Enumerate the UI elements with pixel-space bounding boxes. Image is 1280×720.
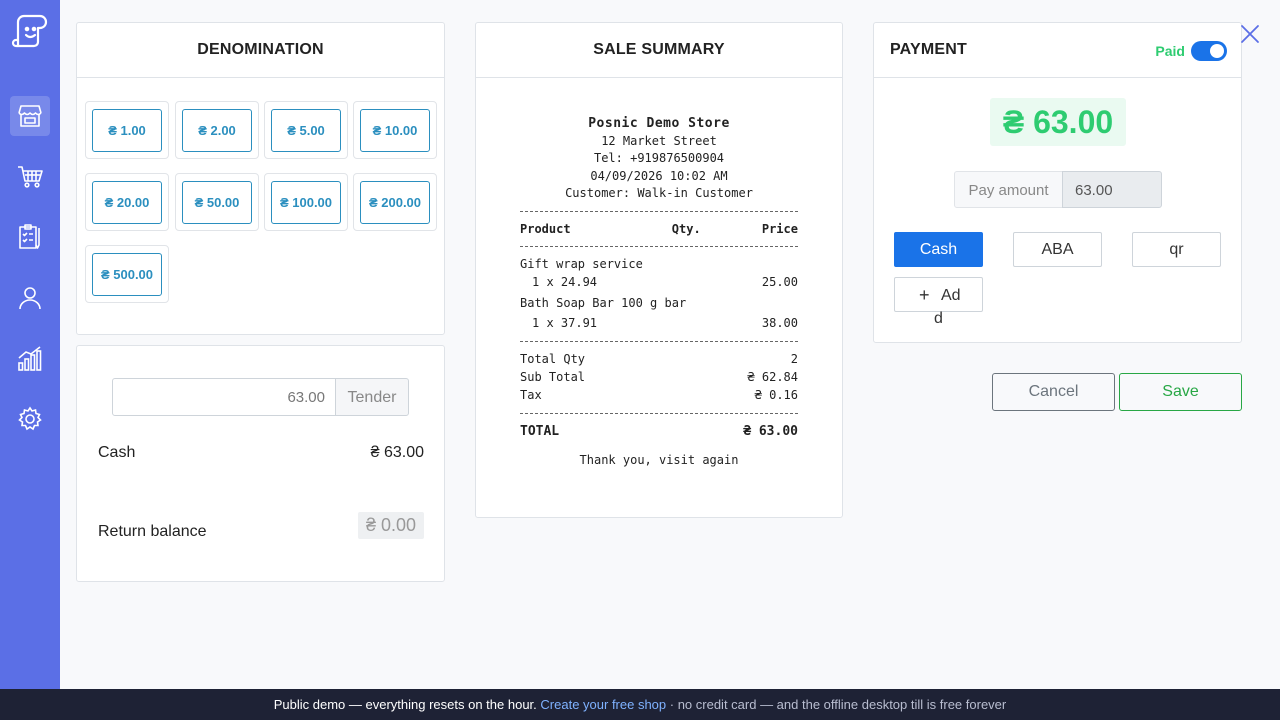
- denom-button-500[interactable]: ₴ 500.00: [92, 253, 162, 296]
- tender-input[interactable]: 63.00: [112, 378, 336, 416]
- receipt-footer: Thank you, visit again: [579, 452, 739, 467]
- receipt-tel: Tel: +919876500904: [593, 151, 725, 165]
- user-icon: [19, 287, 41, 310]
- store-icon: [18, 105, 42, 127]
- add-method-button[interactable]: + Ad: [894, 277, 983, 312]
- denom-button-5[interactable]: ₴ 5.00: [271, 109, 341, 152]
- add-method-label-wrap: d: [934, 310, 943, 327]
- receipt-col-price: Price: [761, 221, 798, 236]
- chart-icon: [18, 346, 42, 371]
- method-cash-button[interactable]: Cash: [894, 232, 983, 267]
- receipt-col-qty: Qty.: [671, 221, 701, 236]
- denom-button-1[interactable]: ₴ 1.00: [92, 109, 162, 152]
- denom-button-100[interactable]: ₴ 100.00: [271, 181, 341, 224]
- save-button[interactable]: Save: [1119, 373, 1242, 411]
- receipt-address: 12 Market Street: [601, 133, 717, 148]
- nav-customers[interactable]: [10, 278, 50, 318]
- payment-amount: ₴ 63.00: [990, 98, 1126, 146]
- payment-panel: PAYMENT Paid ₴ 63.00 Pay amount 63.00 Ca…: [873, 22, 1242, 343]
- receipt-item-name: Bath Soap Bar 100 g bar: [520, 295, 687, 310]
- payment-title: PAYMENT: [874, 23, 1241, 78]
- receipt-item-row: 1 x 37.91 38.00: [520, 314, 798, 332]
- nav-reports[interactable]: [10, 339, 50, 379]
- sale-summary-panel: SALE SUMMARY Posnic Demo Store 12 Market…: [475, 22, 843, 518]
- sidebar: [0, 0, 60, 689]
- denom-button-10[interactable]: ₴ 10.00: [360, 109, 430, 152]
- receipt-item-price: 38.00: [761, 315, 798, 330]
- sale-summary-title: SALE SUMMARY: [476, 23, 842, 78]
- demo-banner: Public demo — everything resets on the h…: [0, 689, 1280, 720]
- denom-button-20[interactable]: ₴ 20.00: [92, 181, 162, 224]
- app-logo-icon[interactable]: [10, 12, 50, 52]
- receipt-col-product: Product: [520, 221, 571, 236]
- cancel-button[interactable]: Cancel: [992, 373, 1115, 411]
- receipt-subtotal-row: Sub Total ₴ 62.84: [520, 369, 798, 384]
- receipt-header-row: Product Qty. Price: [520, 220, 798, 238]
- nav-inventory[interactable]: [10, 217, 50, 257]
- receipt-item-name: Gift wrap service: [520, 256, 643, 271]
- denomination-panel: DENOMINATION ₴ 1.00 ₴ 2.00 ₴ 5.00 ₴ 10.0…: [76, 22, 445, 335]
- gear-icon: [18, 406, 42, 431]
- denom-button-2[interactable]: ₴ 2.00: [182, 109, 252, 152]
- banner-text: Public demo — everything resets on the h…: [273, 697, 541, 712]
- denomination-title: DENOMINATION: [77, 23, 444, 78]
- receipt-divider: [520, 245, 798, 247]
- plus-icon: +: [919, 285, 930, 305]
- receipt-tax-row: Tax ₴ 0.16: [520, 387, 798, 402]
- clipboard-icon: [19, 224, 40, 249]
- receipt: Posnic Demo Store 12 Market Street Tel: …: [520, 115, 798, 469]
- pay-amount-input[interactable]: 63.00: [1062, 171, 1162, 208]
- paid-label: Paid: [1155, 43, 1185, 59]
- close-icon[interactable]: [1238, 22, 1262, 46]
- create-shop-link[interactable]: Create your free shop: [540, 697, 666, 712]
- method-aba-button[interactable]: ABA: [1013, 232, 1102, 267]
- banner-suffix: · no credit card — and the offline deskt…: [666, 697, 1007, 712]
- receipt-item-qty: 1 x 24.94: [532, 274, 598, 289]
- receipt-divider: [520, 412, 798, 414]
- return-balance-label: Return balance: [98, 523, 207, 540]
- cash-label: Cash: [98, 444, 136, 461]
- receipt-item-price: 25.00: [761, 274, 798, 289]
- tender-button[interactable]: Tender: [335, 378, 409, 416]
- nav-sales[interactable]: [10, 156, 50, 196]
- receipt-total-row: TOTAL ₴ 63.00: [520, 423, 798, 439]
- receipt-item-qty: 1 x 37.91: [532, 315, 598, 330]
- paid-toggle[interactable]: [1191, 41, 1227, 61]
- cash-value: ₴ 63.00: [370, 444, 424, 461]
- nav-settings[interactable]: [10, 399, 50, 439]
- receipt-divider: [520, 340, 798, 342]
- tender-panel: 63.00 Tender Cash ₴ 63.00 Return balance…: [76, 345, 445, 582]
- receipt-total-qty-row: Total Qty 2: [520, 351, 798, 366]
- nav-store[interactable]: [10, 96, 50, 136]
- denom-button-50[interactable]: ₴ 50.00: [182, 181, 252, 224]
- return-balance-value: ₴ 0.00: [357, 512, 424, 539]
- denom-button-200[interactable]: ₴ 200.00: [360, 181, 430, 224]
- receipt-customer: Customer: Walk-in Customer: [565, 186, 753, 200]
- receipt-datetime: 04/09/2026 10:02 AM: [590, 168, 728, 183]
- receipt-store-name: Posnic Demo Store: [588, 116, 730, 131]
- receipt-item-row: 1 x 24.94 25.00: [520, 273, 798, 291]
- pay-amount-label: Pay amount: [954, 171, 1063, 208]
- method-qr-button[interactable]: qr: [1132, 232, 1221, 267]
- receipt-divider: [520, 210, 798, 212]
- cart-icon: [18, 166, 43, 188]
